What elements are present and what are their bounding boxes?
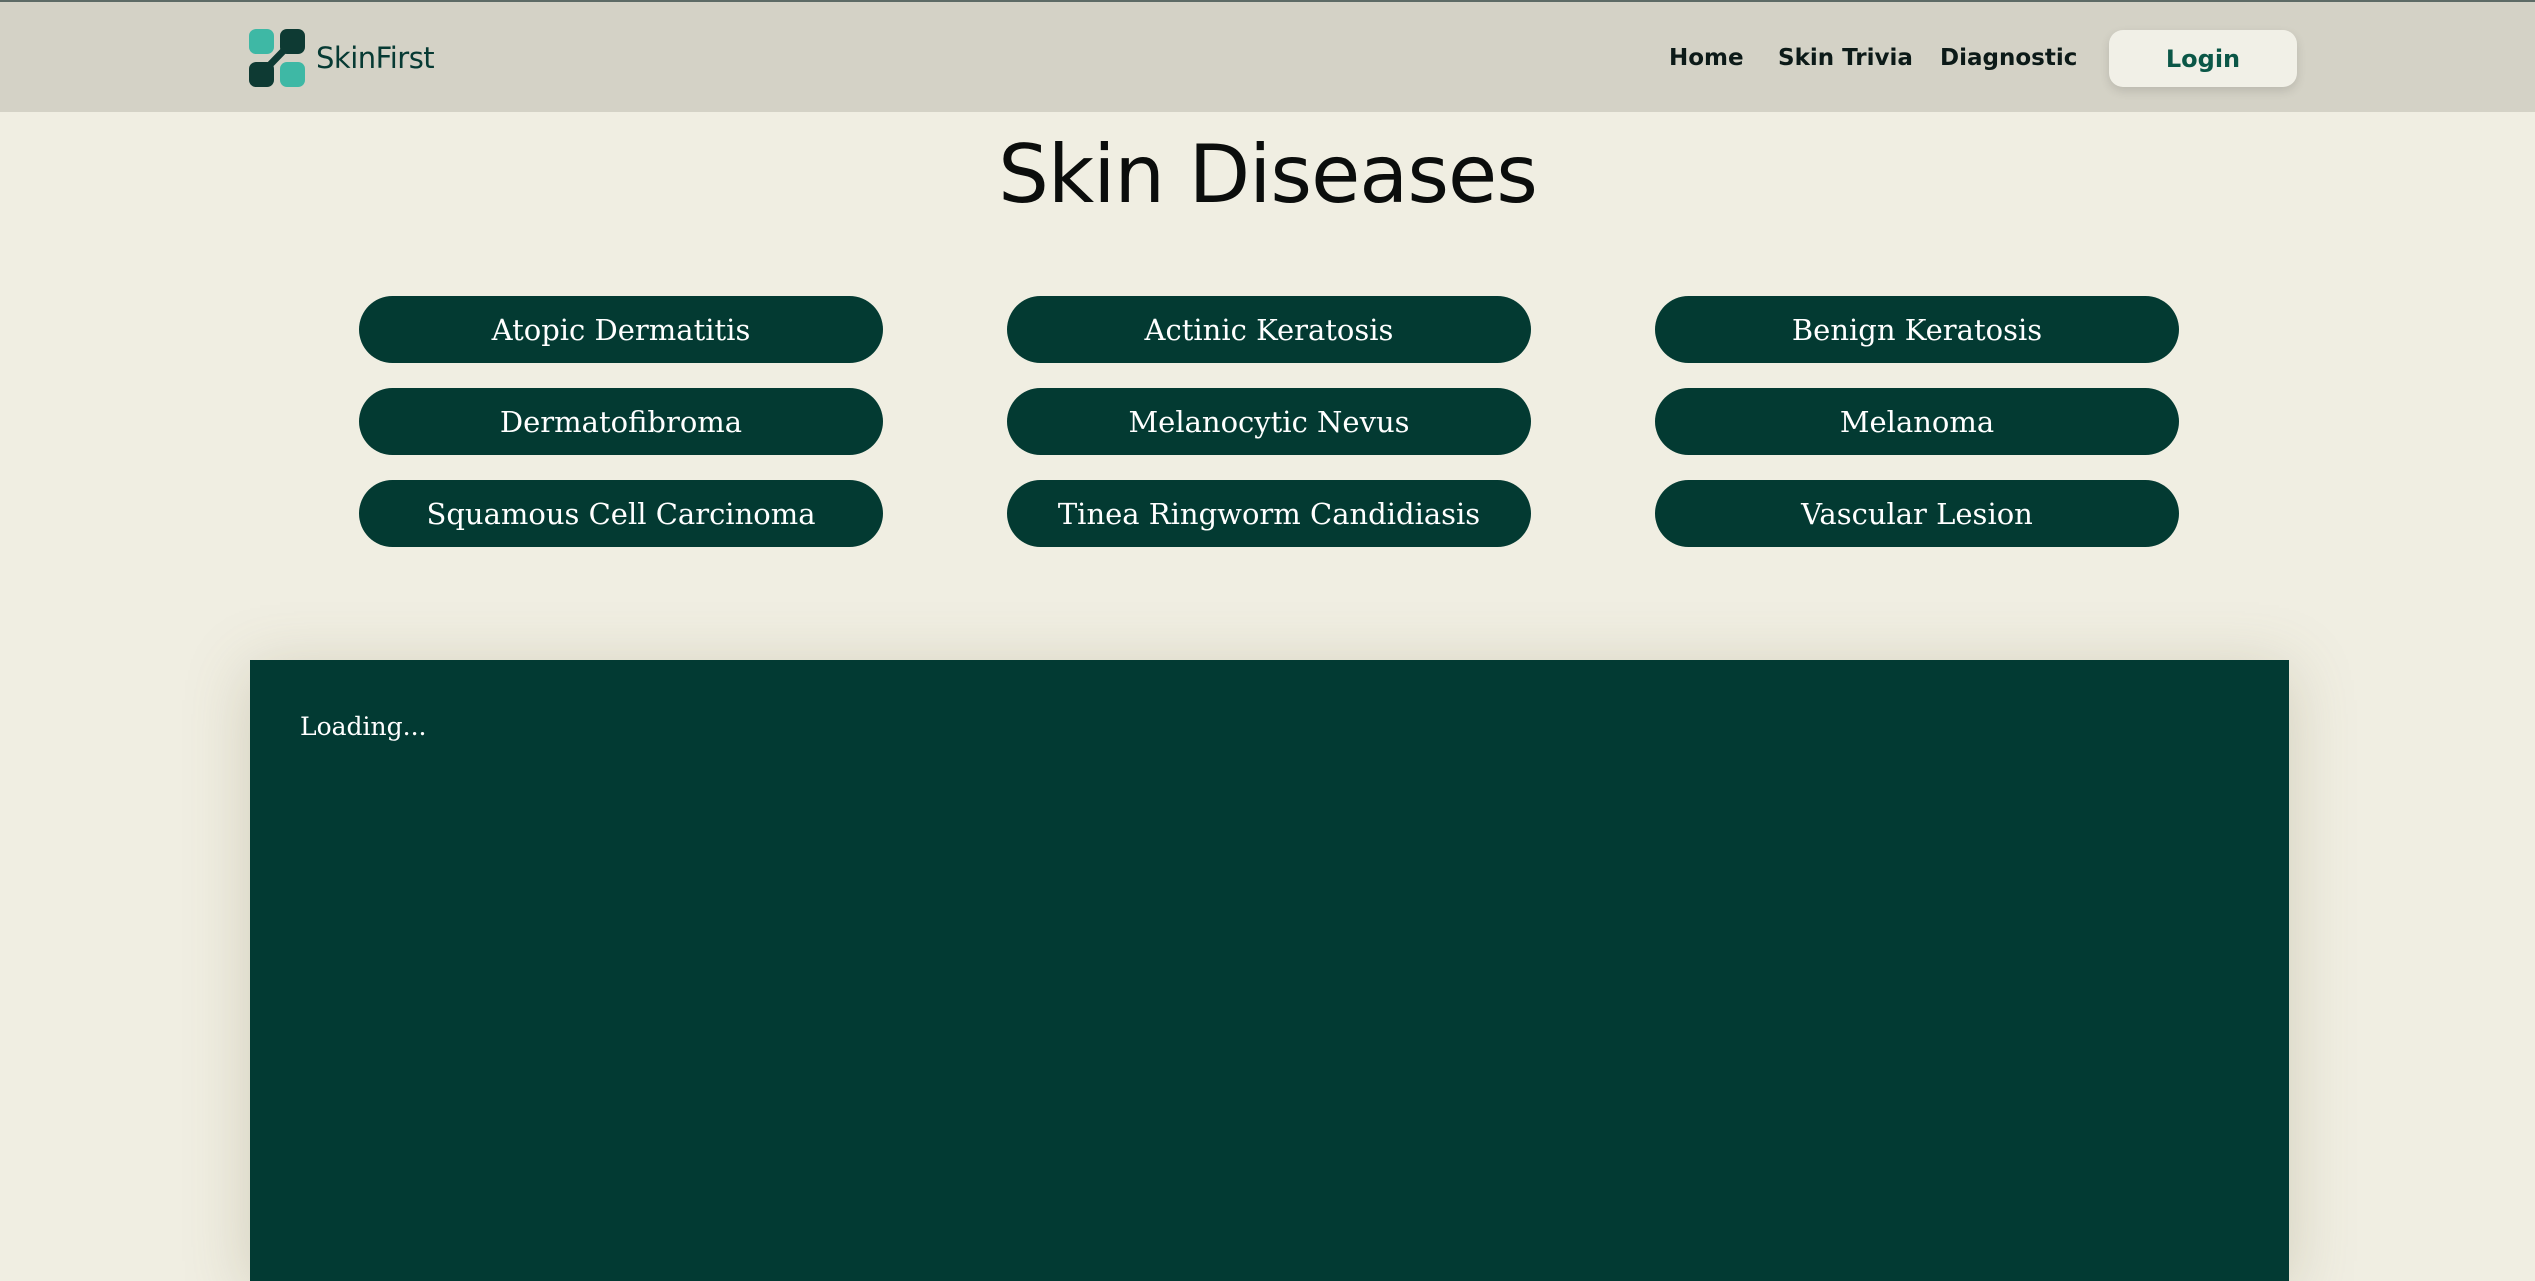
disease-button-melanoma[interactable]: Melanoma xyxy=(1655,388,2179,455)
disease-button-vascular-lesion[interactable]: Vascular Lesion xyxy=(1655,480,2179,547)
disease-button-benign-keratosis[interactable]: Benign Keratosis xyxy=(1655,296,2179,363)
disease-button-grid: Atopic Dermatitis Actinic Keratosis Beni… xyxy=(0,0,2535,600)
disease-button-actinic-keratosis[interactable]: Actinic Keratosis xyxy=(1007,296,1531,363)
disease-button-squamous-cell-carcinoma[interactable]: Squamous Cell Carcinoma xyxy=(359,480,883,547)
disease-button-tinea-ringworm-candidiasis[interactable]: Tinea Ringworm Candidiasis xyxy=(1007,480,1531,547)
disease-button-atopic-dermatitis[interactable]: Atopic Dermatitis xyxy=(359,296,883,363)
disease-button-dermatofibroma[interactable]: Dermatofibroma xyxy=(359,388,883,455)
loading-status: Loading... xyxy=(300,712,427,741)
disease-button-melanocytic-nevus[interactable]: Melanocytic Nevus xyxy=(1007,388,1531,455)
disease-info-panel: Loading... xyxy=(250,660,2289,1281)
